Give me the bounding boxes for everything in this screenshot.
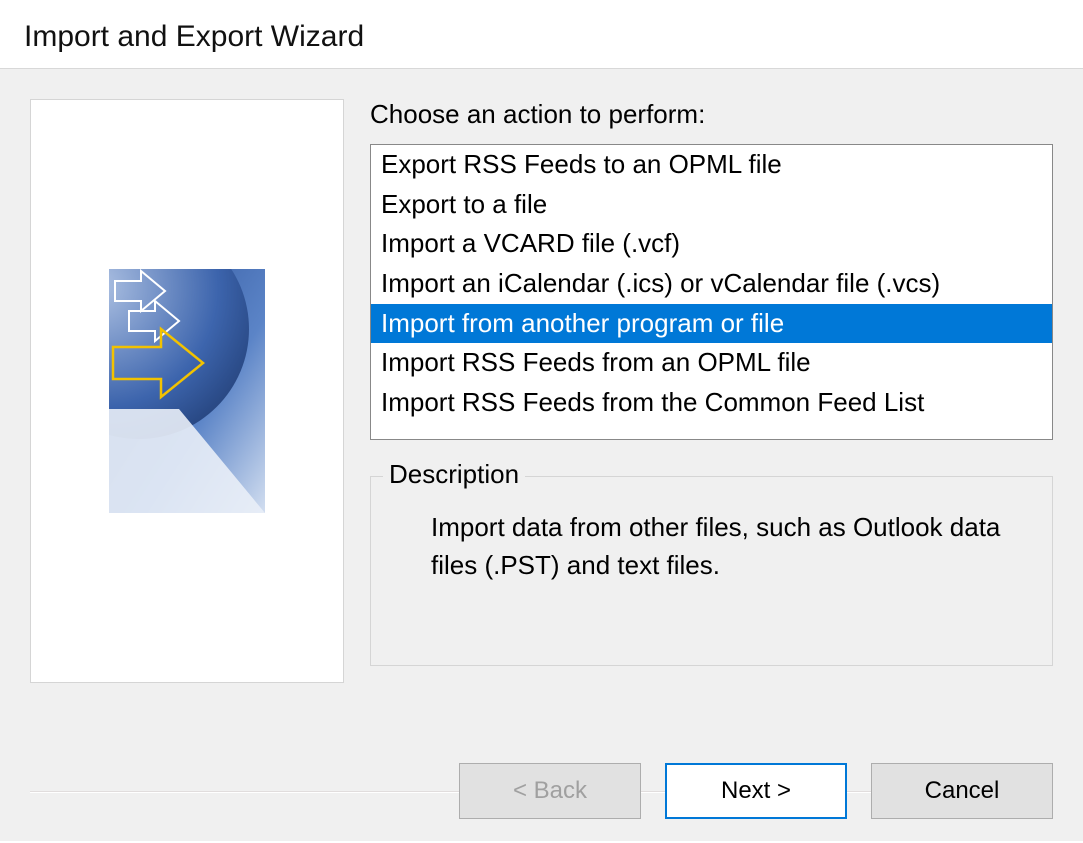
description-group: Description Import data from other files…: [370, 476, 1053, 666]
next-button[interactable]: Next >: [665, 763, 847, 819]
action-list-item[interactable]: Import an iCalendar (.ics) or vCalendar …: [371, 264, 1052, 304]
wizard-arrow-icon: [109, 269, 265, 513]
cancel-button[interactable]: Cancel: [871, 763, 1053, 819]
back-button: < Back: [459, 763, 641, 819]
button-row: < Back Next > Cancel: [459, 763, 1053, 819]
action-list-item[interactable]: Import from another program or file: [371, 304, 1052, 344]
description-legend: Description: [383, 459, 525, 490]
action-listbox[interactable]: Export RSS Feeds to an OPML fileExport t…: [370, 144, 1053, 440]
wizard-image-frame: [30, 99, 344, 683]
action-list-item[interactable]: Import a VCARD file (.vcf): [371, 224, 1052, 264]
dialog-title: Import and Export Wizard: [0, 0, 1083, 68]
choose-action-label: Choose an action to perform:: [370, 99, 1053, 130]
action-list-item[interactable]: Import RSS Feeds from an OPML file: [371, 343, 1052, 383]
action-list-item[interactable]: Export to a file: [371, 185, 1052, 225]
description-text: Import data from other files, such as Ou…: [401, 497, 1022, 584]
action-list-item[interactable]: Export RSS Feeds to an OPML file: [371, 145, 1052, 185]
action-list-item[interactable]: Import RSS Feeds from the Common Feed Li…: [371, 383, 1052, 423]
dialog-body: Choose an action to perform: Export RSS …: [0, 68, 1083, 841]
